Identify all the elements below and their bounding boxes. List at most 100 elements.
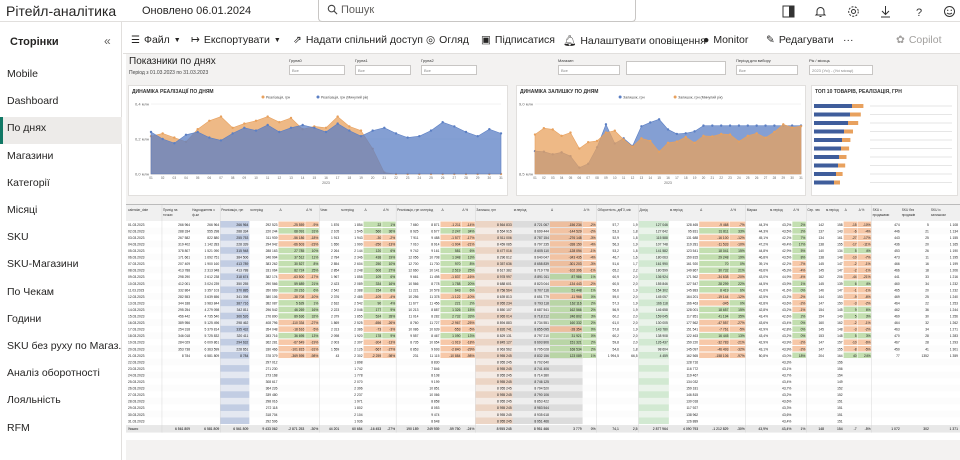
sidebar-item[interactable]: SKU без руху по Магаз... (0, 335, 122, 362)
table-cell: 0% (801, 328, 806, 332)
total-cell: 43,4% (782, 427, 792, 431)
y-tick-label: 0,0 млн (135, 172, 149, 177)
table-cell: 1% (314, 301, 319, 305)
file-menu[interactable]: ☰ Файл ▼ (131, 34, 181, 46)
table-cell: 41,6% (782, 288, 791, 292)
sidebar-item[interactable]: По днях (0, 117, 122, 145)
alerts-button[interactable]: 🔔︎ Налаштувати оповіщення (563, 34, 706, 48)
table-cell: 8 511 006 (497, 236, 512, 240)
stock-chart-card[interactable]: ДИНАМІКА ЗАЛИШКУ ПО ДНЯМ 9,0 млн 8,5 млн 0… (516, 85, 806, 196)
table-cell: 2% (591, 321, 596, 325)
table-cell: -13% (387, 242, 395, 246)
data-point (289, 126, 293, 129)
table-cell: 524 (376, 315, 382, 319)
app-title[interactable]: Рітейл-аналітика (6, 3, 116, 19)
download-icon[interactable] (876, 2, 894, 20)
table-cell: 2 519 (452, 269, 460, 273)
table-cell: 19% (389, 256, 396, 260)
table-cell: 9 661 (410, 275, 418, 279)
table-cell: 59,8 (612, 341, 619, 345)
table-cell: 32 (925, 321, 929, 325)
data-point (441, 121, 444, 124)
x-tick-label: 07 (586, 176, 590, 180)
table-cell: -10 (852, 256, 857, 260)
sales-chart-card[interactable]: ДИНАМІКА РЕАЛІЗАЦІЇ ПО ДНЯМ 0,4 млн 0,2 м… (128, 85, 508, 196)
sidebar-item[interactable]: Dashboard (0, 90, 122, 117)
x-tick-label: 16 (666, 176, 670, 180)
table-cell: 2 313 948 (205, 269, 220, 273)
search-box[interactable]: Пошук (318, 0, 636, 22)
table-cell: 146 (818, 288, 824, 292)
table-cell: 1% (591, 275, 596, 279)
data-point (578, 147, 581, 150)
table-cell: 1 232 (950, 282, 958, 286)
more-button[interactable]: ··· (843, 34, 854, 46)
table-cell: -2 259 (372, 354, 382, 358)
table-cell: 970 (455, 262, 461, 266)
slicer-store[interactable]: Магазин Все (558, 58, 620, 80)
export-menu[interactable]: ↦ Експортувати ▼ (191, 34, 281, 46)
slicer-year-month[interactable]: Рік / місяць 2023 (Усі) - (Усі місяці) (809, 58, 873, 80)
top10-card[interactable]: ТОП 10 ТОВАРІВ, РЕАЛІЗАЦІЯ, ГРН (811, 85, 958, 196)
table-cell: -1 837 (451, 275, 461, 279)
table-cell: 25% (468, 269, 475, 273)
sidebar-item[interactable]: RFM (0, 417, 122, 444)
table-cell: -15 (852, 223, 857, 227)
sidebar-item[interactable]: Магазини (0, 145, 122, 172)
data-point (560, 134, 563, 138)
monitor-button[interactable]: ● Monitor (703, 34, 748, 46)
sidebar-item[interactable]: Mobile (0, 63, 122, 90)
sidebar-item[interactable]: Місяці (0, 199, 122, 226)
data-point (266, 123, 269, 127)
x-tick-label: 11 (622, 176, 626, 180)
daily-metrics-matrix[interactable]: calendar_date Прихід на точках Надходження … (126, 204, 960, 440)
table-cell: 2 612 238 (205, 275, 220, 279)
slicer-group1[interactable]: Група1 Все (355, 58, 411, 80)
view-menu[interactable]: ◎ Огляд (426, 34, 469, 46)
sidebar-item[interactable]: SKU (0, 226, 122, 253)
sidebar-item[interactable]: SKU-Магазини (0, 253, 122, 280)
subscribe-label: Підписатися (494, 34, 555, 46)
table-cell: -301 203 (569, 262, 582, 266)
feedback-icon[interactable] (940, 2, 958, 20)
gear-icon[interactable] (844, 2, 862, 20)
sidebar-item[interactable]: Години (0, 308, 122, 335)
bell-icon[interactable] (811, 2, 829, 20)
table-cell: 8 983 544 (534, 406, 549, 410)
table-cell: -5% (865, 347, 871, 351)
sidebar-item[interactable]: Аналіз оборотності (0, 362, 122, 389)
table-cell: -5% (739, 328, 745, 332)
slicer-label: Рік / місяць (809, 58, 830, 63)
help-icon[interactable]: ? (909, 2, 927, 20)
x-axis-title: 2023 (322, 181, 330, 185)
table-cell: 60,9 (612, 275, 619, 279)
slicer-text-filter[interactable] (626, 61, 726, 75)
slicer-group2[interactable]: Група2 Все (421, 58, 477, 80)
slicer-period[interactable]: Період для вибору Все (736, 58, 798, 80)
sidebar-item[interactable]: Категорії (0, 172, 122, 199)
slicer-group0[interactable]: Група0 Все (289, 58, 345, 80)
legend-label: Залишок, грн (Минулий рік) (678, 96, 722, 100)
share-button[interactable]: ⇗ Надати спільний доступ (293, 34, 423, 46)
total-cell: 1% (800, 427, 805, 431)
edit-button[interactable]: ✎ Редагувати (766, 34, 834, 46)
subscribe-button[interactable]: ▣ Підписатися (481, 34, 555, 46)
table-cell: 5 629 (296, 301, 304, 305)
copilot-button[interactable]: ✿ Copilot (896, 34, 942, 46)
table-cell: 8 467 (431, 334, 439, 338)
table-cell: 154 (376, 288, 382, 292)
data-point (254, 119, 258, 122)
sidebar-item[interactable]: По Чекам (0, 281, 122, 308)
collapse-icon[interactable]: « (104, 34, 111, 48)
layout-icon[interactable] (779, 2, 797, 20)
data-point (728, 133, 732, 136)
table-cell: 44,3% (759, 223, 768, 227)
x-tick-label: 29 (781, 176, 785, 180)
table-cell: -10% (311, 295, 319, 299)
table-cell: -7% (865, 256, 871, 260)
column-header: calendar_date (128, 208, 148, 212)
sidebar-item[interactable]: Лояльність (0, 389, 122, 416)
table-cell: 35% (738, 315, 745, 319)
table-cell: 456 442 (178, 315, 190, 319)
table-cell: 22.03.2023 (128, 360, 145, 364)
